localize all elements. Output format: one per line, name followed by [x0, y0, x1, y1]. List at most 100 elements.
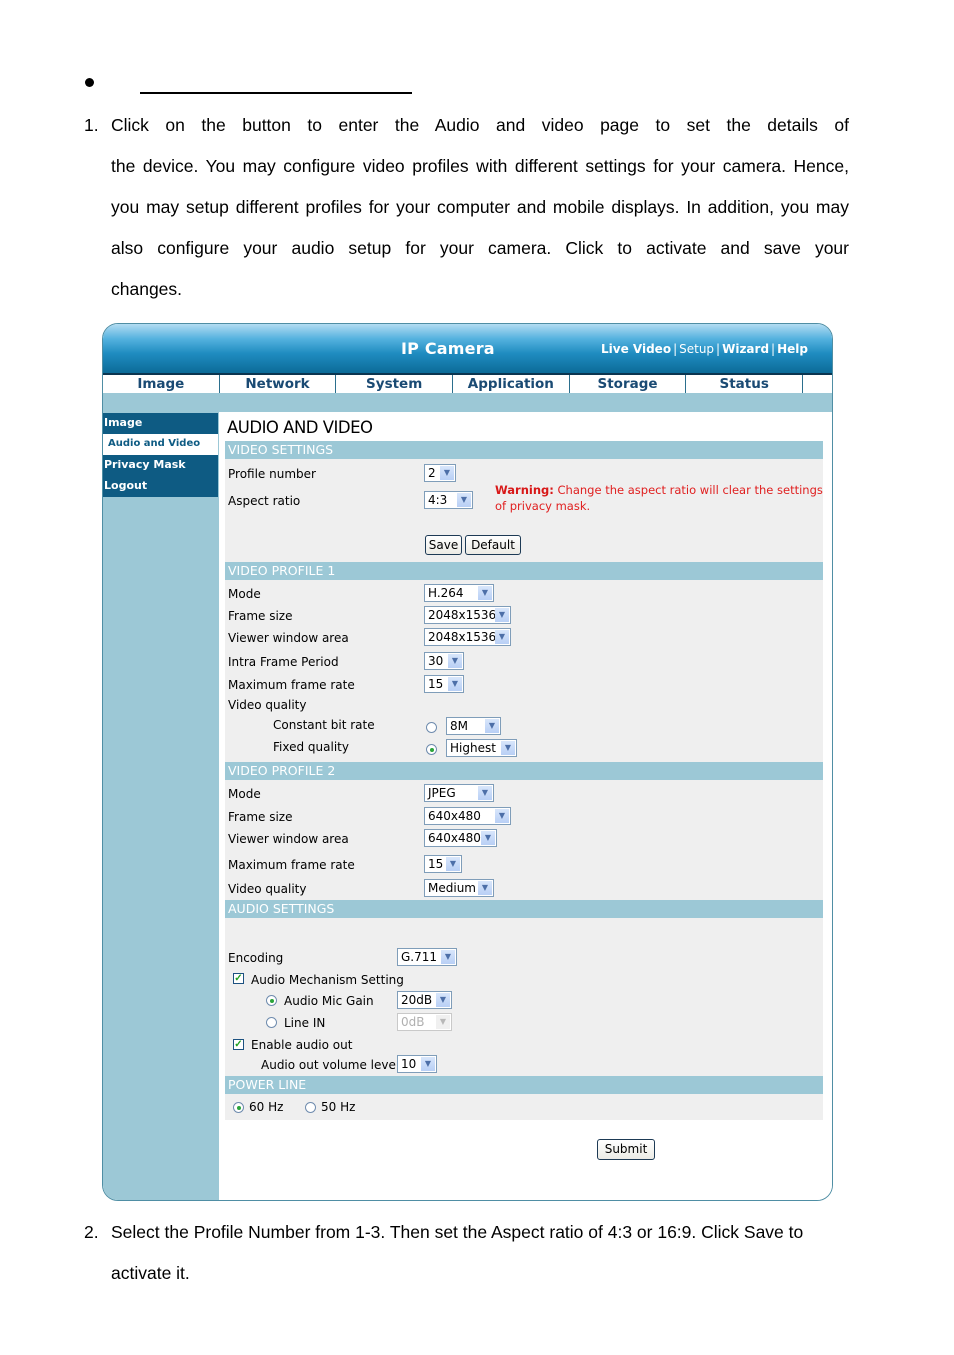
paragraph-line: Click on the button to enter the Audio a…	[111, 115, 849, 135]
setup-link[interactable]: Setup	[679, 342, 714, 356]
p2-viewer-label: Viewer window area	[228, 832, 349, 846]
paragraph-line: also configure your audio setup for your…	[111, 238, 849, 258]
aspect-ratio-warning: Warning: Change the aspect ratio will cl…	[495, 482, 825, 514]
heading-underline	[140, 92, 412, 94]
line-in-label: Line IN	[284, 1016, 326, 1030]
encoding-label: Encoding	[228, 951, 284, 965]
p1-frame-size-select[interactable]: 2048x1536 ▼	[424, 606, 511, 624]
video-profile-1-section: Mode H.264 ▼ Frame size 2048x1536 ▼ Viewer…	[225, 580, 823, 762]
bullet-icon	[85, 78, 94, 87]
tab-network[interactable]: Network	[220, 375, 337, 393]
paragraph-line: changes.	[111, 279, 183, 299]
main-tabs: Image Network System Application Storage…	[103, 375, 804, 393]
chevron-down-icon: ▼	[478, 586, 492, 600]
chevron-down-icon: ▼	[436, 1015, 450, 1029]
p1-quality-label: Video quality	[228, 698, 307, 712]
power-50hz-radio[interactable]	[305, 1102, 316, 1113]
mic-gain-radio[interactable]	[266, 995, 277, 1006]
p2-viewer-select[interactable]: 640x480 ▼	[424, 829, 497, 847]
aspect-ratio-label: Aspect ratio	[228, 494, 301, 508]
tab-system[interactable]: System	[336, 375, 454, 393]
tab-storage[interactable]: Storage	[570, 375, 687, 393]
p1-intra-label: Intra Frame Period	[228, 655, 339, 669]
help-link[interactable]: Help	[777, 342, 808, 356]
p2-max-fps-select[interactable]: 15 ▼	[424, 855, 462, 873]
submit-button[interactable]: Submit	[597, 1139, 655, 1160]
default-button[interactable]: Default	[465, 535, 521, 555]
line-in-select[interactable]: 0dB ▼	[397, 1013, 452, 1031]
power-line-section: 60 Hz 50 Hz	[225, 1094, 823, 1120]
live-video-link[interactable]: Live Video	[601, 342, 671, 356]
paragraph-line: Select the Profile Number from 1-3. Then…	[111, 1222, 804, 1242]
save-button[interactable]: Save	[425, 535, 462, 555]
select-value: 30	[428, 654, 444, 668]
app-title: IP Camera	[401, 339, 495, 358]
p2-quality-label: Video quality	[228, 882, 307, 896]
power-60hz-radio[interactable]	[233, 1102, 244, 1113]
video-profile-1-header: VIDEO PROFILE 1	[225, 562, 823, 580]
audio-mechanism-checkbox[interactable]: ✓	[233, 973, 244, 984]
p1-fixed-select[interactable]: Highest ▼	[446, 739, 517, 757]
p1-viewer-select[interactable]: 2048x1536 ▼	[424, 628, 511, 646]
profile-number-select[interactable]: 2 ▼	[424, 464, 456, 482]
p1-viewer-label: Viewer window area	[228, 631, 349, 645]
paragraph-line: you may setup different profiles for you…	[111, 197, 849, 217]
p1-fixed-radio[interactable]	[426, 744, 437, 755]
sidebar-item-privacy-mask[interactable]: Privacy Mask	[103, 455, 218, 476]
chevron-down-icon: ▼	[501, 741, 515, 755]
volume-select[interactable]: 10 ▼	[397, 1055, 437, 1073]
enable-audio-out-label: Enable audio out	[251, 1038, 353, 1052]
chevron-down-icon: ▼	[448, 677, 462, 691]
sidebar-item-image[interactable]: Image	[103, 413, 218, 434]
mic-gain-select[interactable]: 20dB ▼	[397, 991, 452, 1009]
video-settings-header: VIDEO SETTINGS	[225, 441, 823, 459]
tab-status[interactable]: Status	[686, 375, 804, 393]
chevron-down-icon: ▼	[440, 466, 454, 480]
link-separator: |	[673, 342, 678, 356]
page-title: AUDIO AND VIDEO	[227, 418, 373, 437]
select-value: JPEG	[428, 786, 456, 800]
p1-cbr-label: Constant bit rate	[273, 718, 375, 732]
line-in-radio[interactable]	[266, 1017, 277, 1028]
chevron-down-icon: ▼	[446, 857, 460, 871]
p2-frame-size-select[interactable]: 640x480 ▼	[424, 807, 511, 825]
warning-label: Warning:	[495, 483, 554, 497]
p2-mode-select[interactable]: JPEG ▼	[424, 784, 494, 802]
sidebar-item-logout[interactable]: Logout	[103, 476, 218, 497]
app-header: IP Camera Live Video | Setup | Wizard | Help	[103, 324, 832, 375]
p1-cbr-radio[interactable]	[426, 722, 437, 733]
chevron-down-icon: ▼	[485, 719, 499, 733]
content-area: AUDIO AND VIDEO VIDEO SETTINGS Profile n…	[220, 412, 832, 1200]
tab-image[interactable]: Image	[103, 375, 220, 393]
chevron-down-icon: ▼	[457, 493, 471, 507]
tab-application[interactable]: Application	[453, 375, 570, 393]
select-value: 640x480	[428, 809, 481, 823]
enable-audio-out-checkbox[interactable]: ✓	[233, 1039, 244, 1050]
volume-label: Audio out volume level	[261, 1058, 400, 1072]
audio-mechanism-label: Audio Mechanism Setting	[251, 973, 404, 987]
encoding-select[interactable]: G.711 ▼	[397, 948, 457, 966]
p1-cbr-select[interactable]: 8M ▼	[446, 717, 501, 735]
chevron-down-icon: ▼	[478, 881, 492, 895]
wizard-link[interactable]: Wizard	[722, 342, 769, 356]
chevron-down-icon: ▼	[481, 831, 495, 845]
select-value: 15	[428, 857, 444, 871]
p2-quality-select[interactable]: Medium ▼	[424, 879, 494, 897]
p1-mode-select[interactable]: H.264 ▼	[424, 584, 494, 602]
chevron-down-icon: ▼	[495, 630, 509, 644]
select-value: 2048x1536	[428, 630, 497, 644]
p1-intra-select[interactable]: 30 ▼	[424, 652, 464, 670]
link-separator: |	[771, 342, 776, 356]
profile-number-label: Profile number	[228, 467, 316, 481]
chevron-down-icon: ▼	[478, 786, 492, 800]
mic-gain-label: Audio Mic Gain	[284, 994, 374, 1008]
p1-frame-size-label: Frame size	[228, 609, 293, 623]
video-profile-2-header: VIDEO PROFILE 2	[225, 762, 823, 780]
power-60hz-label: 60 Hz	[249, 1100, 284, 1114]
p2-frame-size-label: Frame size	[228, 810, 293, 824]
sidebar-nav: Image Audio and Video Privacy Mask Logou…	[103, 413, 218, 497]
aspect-ratio-select[interactable]: 4:3 ▼	[424, 491, 473, 509]
p2-max-fps-label: Maximum frame rate	[228, 858, 355, 872]
sidebar-item-audio-and-video[interactable]: Audio and Video	[103, 434, 218, 455]
p1-max-fps-select[interactable]: 15 ▼	[424, 675, 464, 693]
